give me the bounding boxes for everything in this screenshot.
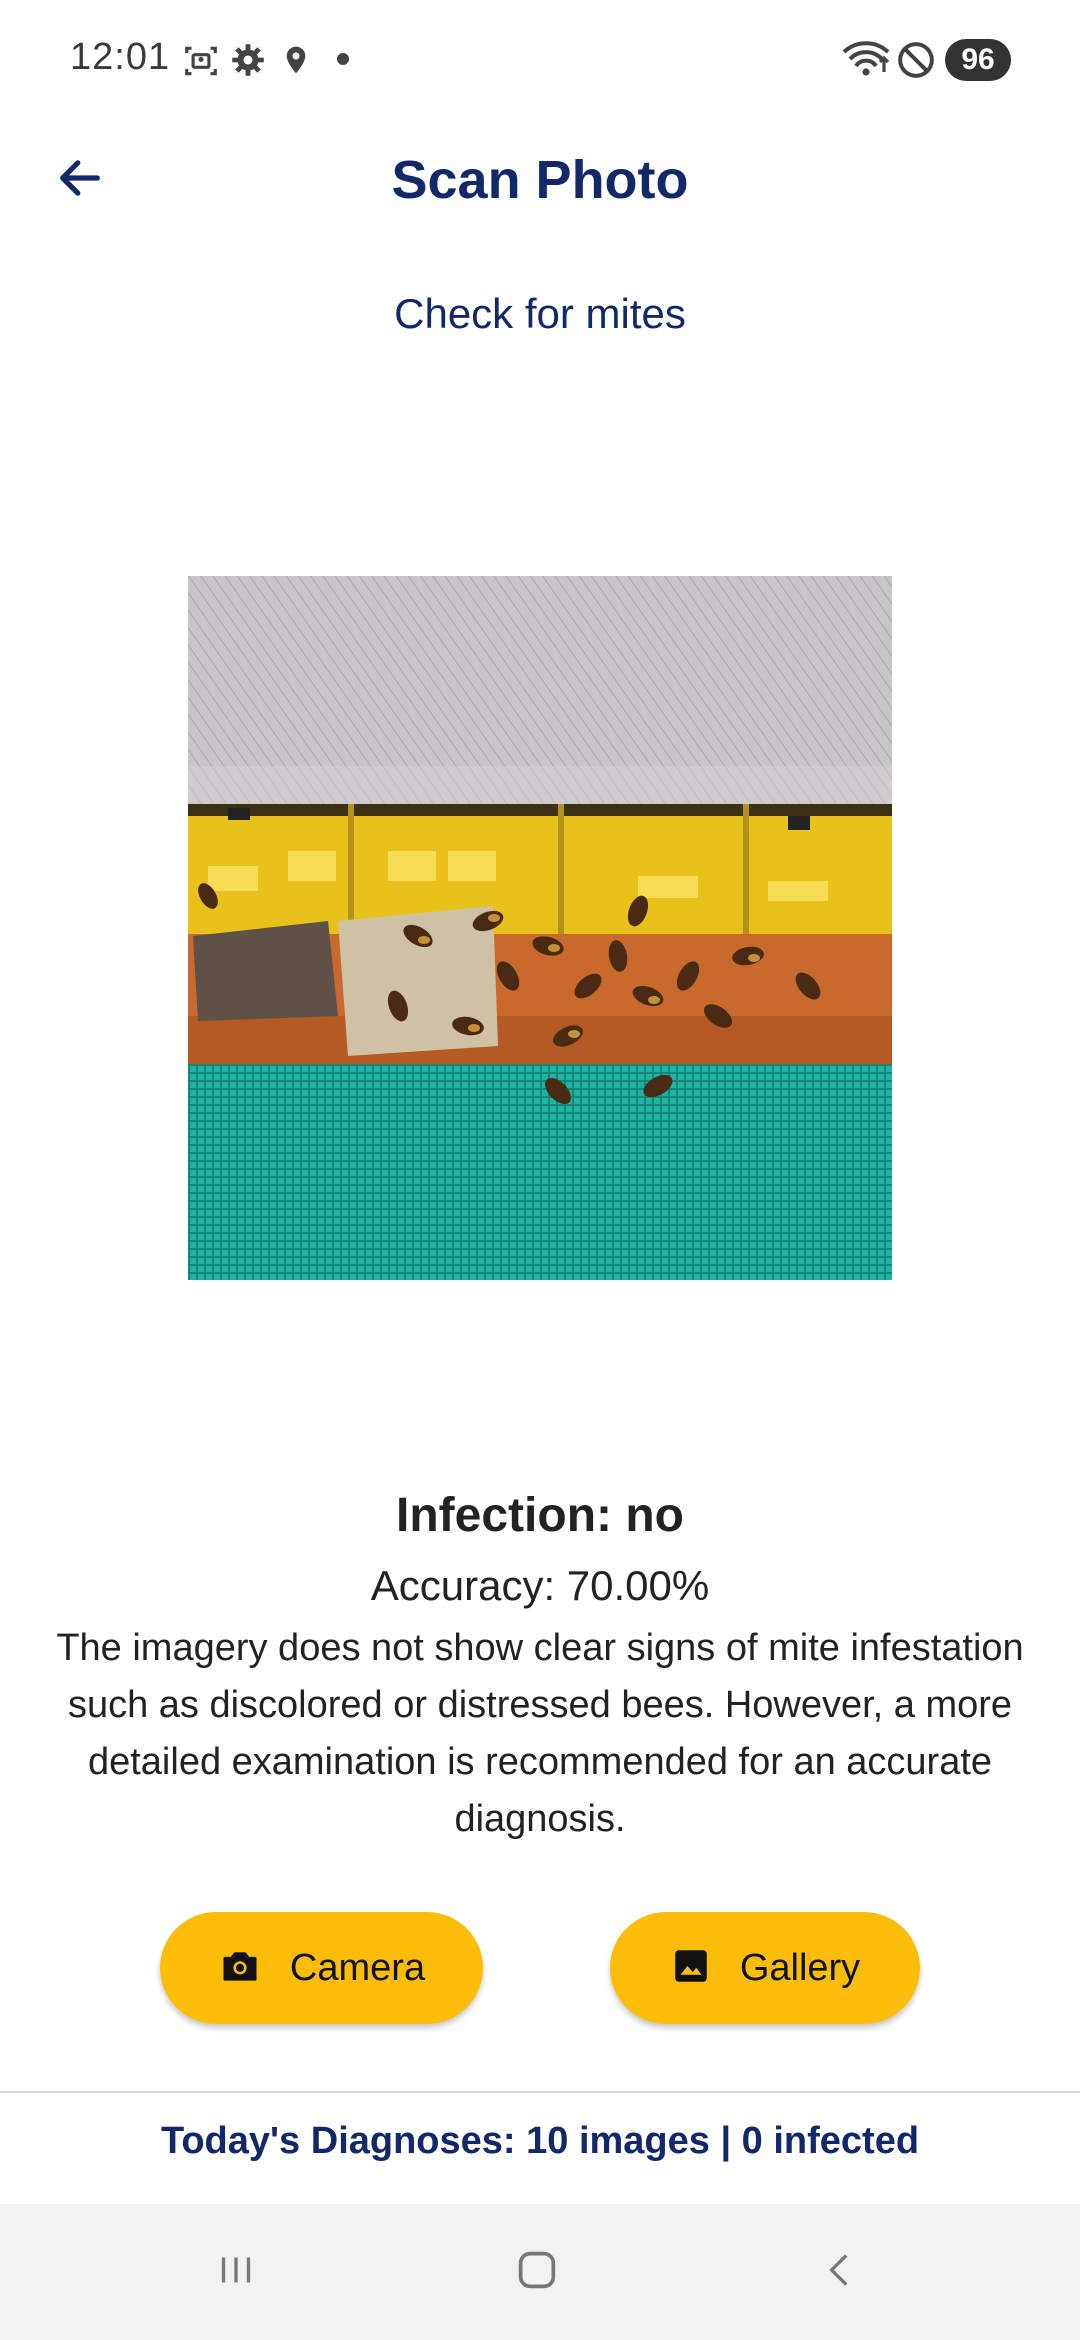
diagnoses-summary: Today's Diagnoses: 10 images | 0 infecte… [160, 2120, 920, 2162]
camera-button[interactable]: Camera [160, 1912, 483, 2024]
back-icon [815, 2245, 865, 2300]
result-description: The imagery does not show clear signs of… [56, 1627, 1024, 1840]
image-icon [670, 1945, 712, 1992]
system-nav-bar [0, 2204, 1080, 2340]
home-button[interactable] [497, 2232, 577, 2312]
recents-button[interactable] [196, 2232, 276, 2312]
battery-badge: 96 [945, 39, 1011, 81]
subtitle: Check for mites [394, 290, 686, 337]
back-button[interactable] [40, 140, 120, 220]
arrow-left-icon [54, 152, 106, 209]
page-title: Scan Photo [391, 150, 689, 210]
dot-icon [336, 52, 350, 71]
gallery-button[interactable]: Gallery [610, 1912, 920, 2024]
accuracy-result: Accuracy: 70.00% [370, 1562, 710, 1609]
status-bar: 12:01 96 [0, 0, 1080, 120]
infection-result: Infection: no [396, 1489, 684, 1542]
settings-icon [230, 42, 266, 83]
home-icon [509, 2242, 565, 2303]
camera-button-label: Camera [289, 1946, 426, 1989]
location-icon [280, 42, 312, 83]
wifi-icon [842, 38, 890, 83]
gallery-button-label: Gallery [739, 1946, 861, 1989]
recents-icon [211, 2245, 261, 2300]
camera-icon [218, 1944, 262, 1993]
status-time: 12:01 [70, 36, 171, 78]
nav-back-button[interactable] [800, 2232, 880, 2312]
footer-divider [0, 2091, 1080, 2093]
scanned-photo [188, 576, 892, 1280]
screenshot-icon [182, 42, 220, 85]
do-not-disturb-icon [896, 40, 936, 85]
